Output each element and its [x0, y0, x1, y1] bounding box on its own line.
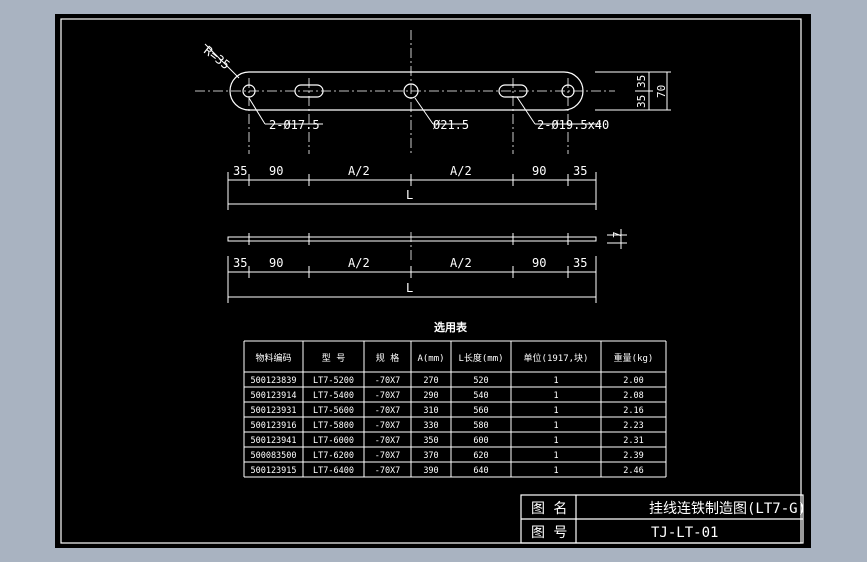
- height-dim-2: 35: [635, 95, 648, 108]
- table-cell: LT7-6400: [313, 466, 354, 476]
- table-cell: LT7-6200: [313, 451, 354, 461]
- table-cell: 600: [473, 436, 488, 446]
- table-cell: LT7-5400: [313, 391, 354, 401]
- side-plate: [227, 236, 597, 242]
- drawing-viewport[interactable]: R=35 2-Ø17.5 Ø21.5 2-Ø19.5x40 35 35 70 3…: [55, 14, 811, 548]
- dim-1-1: 90: [269, 164, 283, 178]
- cad-application: R=35 2-Ø17.5 Ø21.5 2-Ø19.5x40 35 35 70 3…: [0, 0, 867, 562]
- table-header-cell: 物料编码: [255, 352, 291, 364]
- table-cell: 560: [473, 406, 488, 416]
- drawing-name-value: 挂线连铁制造图(LT7-G): [649, 501, 806, 517]
- table-cell: 2.00: [623, 376, 643, 386]
- table-cell: 1: [553, 376, 558, 386]
- table-cell: -70X7: [375, 406, 401, 416]
- table-cell: 500123914: [250, 391, 296, 401]
- table-cell: -70X7: [375, 436, 401, 446]
- table-cell: -70X7: [375, 391, 401, 401]
- table-cell: LT7-5200: [313, 376, 354, 386]
- plate-side-view: [227, 229, 627, 249]
- table-cell: LT7-6000: [313, 436, 354, 446]
- table-cell: 540: [473, 391, 488, 401]
- dim-2-5: 35: [573, 256, 587, 270]
- table-header-cell: 型 号: [322, 353, 345, 364]
- leader-lines: [204, 43, 671, 125]
- table-cell: 1: [553, 451, 558, 461]
- selection-table: [243, 340, 667, 478]
- dim-1-4: 90: [532, 164, 546, 178]
- table-cell: 2.46: [623, 466, 643, 476]
- table-cell: 1: [553, 421, 558, 431]
- height-total: 70: [655, 85, 668, 98]
- leader-center-hole: [414, 97, 434, 125]
- table-title: 选用表: [434, 320, 468, 334]
- height-dim-1: 35: [635, 75, 648, 88]
- table-cell: -70X7: [375, 421, 401, 431]
- table-cell: -70X7: [375, 451, 401, 461]
- table-cell: 580: [473, 421, 488, 431]
- drawing-canvas: R=35 2-Ø17.5 Ø21.5 2-Ø19.5x40 35 35 70 3…: [60, 18, 806, 544]
- table-cell: 2.08: [623, 391, 643, 401]
- table-cell: 500083500: [250, 451, 296, 461]
- table-cell: LT7-5600: [313, 406, 354, 416]
- dim-1-5: 35: [573, 164, 587, 178]
- table-cell: LT7-5800: [313, 421, 354, 431]
- table-header-cell: 单位(1917,块): [524, 352, 589, 364]
- table-cell: 2.23: [623, 421, 643, 431]
- drawing-name-label: 图 名: [531, 501, 567, 517]
- table-cell: -70X7: [375, 376, 401, 386]
- total-length-label-1: L: [406, 188, 413, 202]
- dim-2-2: A/2: [348, 256, 370, 270]
- table-cell: 520: [473, 376, 488, 386]
- dim-2-1: 90: [269, 256, 283, 270]
- table-cell: 270: [423, 376, 438, 386]
- table-cell: 500123916: [250, 421, 296, 431]
- dim-2-0: 35: [233, 256, 247, 270]
- table-cell: -70X7: [375, 466, 401, 476]
- selection-table-text: 物料编码 型 号 规 格 A(mm) L长度(mm) 单位(1917,块) 重量(kg) 50…: [250, 352, 653, 476]
- dim-1-3: A/2: [450, 164, 472, 178]
- table-cell: 290: [423, 391, 438, 401]
- total-length-label-2: L: [406, 281, 413, 295]
- table-header-cell: 规 格: [376, 352, 399, 364]
- dim-1-0: 35: [233, 164, 247, 178]
- thickness-label: 7: [611, 231, 624, 238]
- table-cell: 620: [473, 451, 488, 461]
- drawing-number-value: TJ-LT-01: [651, 525, 718, 541]
- table-cell: 1: [553, 436, 558, 446]
- table-cell: 640: [473, 466, 488, 476]
- table-cell: 2.39: [623, 451, 643, 461]
- table-header-cell: A(mm): [417, 354, 444, 364]
- radius-label: R=35: [201, 43, 232, 72]
- drawing-number-label: 图 号: [531, 525, 567, 541]
- table-cell: 330: [423, 421, 438, 431]
- table-cell: 310: [423, 406, 438, 416]
- table-cell: 1: [553, 406, 558, 416]
- table-header-cell: L长度(mm): [458, 352, 503, 364]
- table-cell: 500123839: [250, 376, 296, 386]
- table-header-cell: 重量(kg): [614, 352, 654, 364]
- table-cell: 1: [553, 391, 558, 401]
- table-cell: 500123915: [250, 466, 296, 476]
- dim-1-2: A/2: [348, 164, 370, 178]
- dim-2-4: 90: [532, 256, 546, 270]
- small-hole-label: 2-Ø17.5: [269, 118, 320, 132]
- drawing-frame: [60, 18, 802, 544]
- leader-small-hole: [248, 97, 266, 125]
- table-cell: 2.16: [623, 406, 643, 416]
- dim-2-3: A/2: [450, 256, 472, 270]
- table-cell: 350: [423, 436, 438, 446]
- table-cell: 1: [553, 466, 558, 476]
- table-cell: 390: [423, 466, 438, 476]
- center-lines: [195, 30, 615, 260]
- table-cell: 370: [423, 451, 438, 461]
- center-hole-label: Ø21.5: [433, 118, 469, 132]
- table-cell: 500123941: [250, 436, 296, 446]
- table-cell: 2.31: [623, 436, 643, 446]
- slot-label: 2-Ø19.5x40: [537, 118, 609, 132]
- table-cell: 500123931: [250, 406, 296, 416]
